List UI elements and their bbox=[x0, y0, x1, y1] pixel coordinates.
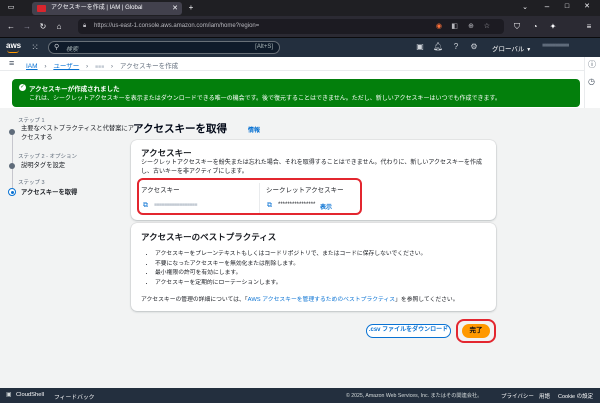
minimize-icon[interactable]: – bbox=[542, 2, 552, 12]
best-practices-link[interactable]: AWS アクセスキーを管理するためのベストプラクティス bbox=[248, 297, 395, 303]
menu-icon[interactable]: ≡ bbox=[584, 22, 594, 32]
aws-favicon-icon bbox=[37, 5, 46, 12]
browser-tab[interactable]: アクセスキーを作成 | IAM | Global ✕ bbox=[32, 2, 182, 15]
new-tab-icon[interactable]: + bbox=[186, 3, 196, 13]
access-key-description: シークレットアクセスキーを紛失または忘れた場合、それを取得することはできません。… bbox=[141, 160, 483, 175]
breadcrumb-users[interactable]: ユーザー bbox=[53, 63, 79, 70]
info-panel-icon[interactable]: ⓘ bbox=[588, 59, 596, 70]
maximize-icon[interactable]: □ bbox=[562, 2, 572, 12]
list-item: 不要になったアクセスキーを無効化または削除します。 bbox=[155, 260, 489, 270]
zoom-icon[interactable]: ⊕ bbox=[468, 19, 474, 34]
main-content: ステップ 1 主要なベストプラクティスと代替案にアクセスする ステップ 2 - … bbox=[0, 108, 600, 388]
search-shortcut: [Alt+S] bbox=[255, 44, 273, 50]
home-icon[interactable]: ⌂ bbox=[54, 22, 64, 32]
step-connector bbox=[12, 134, 13, 189]
reload-icon[interactable]: ↻ bbox=[38, 22, 48, 32]
search-input[interactable]: ⚲ 検索 [Alt+S] bbox=[48, 41, 280, 54]
chevron-right-icon: › bbox=[44, 63, 47, 70]
best-practices-list: アクセスキーをプレーンテキストもしくはコードリポジトリで、またはコードに保存しな… bbox=[149, 250, 489, 288]
url-bar[interactable]: 🔒︎ https://us-east-1.console.aws.amazon.… bbox=[78, 19, 504, 34]
breadcrumb: IAM › ユーザー › ■■■ › アクセスキーを作成 bbox=[26, 60, 178, 70]
shield-icon[interactable]: ⛉ bbox=[512, 22, 522, 32]
step-3-number: ステップ 3 bbox=[18, 180, 45, 186]
footer-prefix: アクセスキーの管理の詳細については、「 bbox=[141, 297, 248, 303]
page-title: アクセスキーを取得 bbox=[133, 123, 227, 135]
best-practices-heading: アクセスキーのベストプラクティス bbox=[141, 232, 277, 242]
step-2-number: ステップ 2 - オプション bbox=[18, 154, 77, 160]
download-csv-button[interactable]: .csv ファイルをダウンロード bbox=[366, 324, 451, 338]
copyright-text: © 2025, Amazon Web Services, Inc. またはその関… bbox=[346, 393, 483, 399]
bookmark-icon[interactable]: ☆ bbox=[484, 19, 490, 34]
step-2-label: 説明タグを設定 bbox=[21, 162, 66, 169]
info-link[interactable]: 情報 bbox=[248, 125, 260, 134]
wizard-steps: ステップ 1 主要なベストプラクティスと代替案にアクセスする ステップ 2 - … bbox=[8, 116, 134, 216]
step-1-number: ステップ 1 bbox=[18, 118, 45, 124]
aws-logo[interactable]: aws bbox=[6, 41, 21, 50]
best-practices-footer: アクセスキーの管理の詳細については、「AWS アクセスキーを管理するためのベスト… bbox=[141, 294, 459, 303]
grid-icon[interactable]: ⁙ bbox=[30, 42, 40, 52]
window-icon[interactable]: ▭ bbox=[6, 3, 16, 13]
lock-icon: 🔒︎ bbox=[83, 23, 87, 29]
aws-top-bar: aws ⁙ ⚲ 検索 [Alt+S] ▣ 🔔︎ ? ⚙ グローバル ▼ ■■■■… bbox=[0, 38, 600, 57]
terms-link[interactable]: 用語 bbox=[539, 392, 550, 400]
extension-icon[interactable]: ◉ bbox=[436, 19, 442, 34]
hamburger-icon[interactable]: ≡ bbox=[9, 58, 14, 68]
region-selector[interactable]: グローバル ▼ bbox=[492, 43, 531, 53]
check-circle-icon: ✓ bbox=[19, 84, 26, 91]
chevron-right-icon: › bbox=[86, 63, 89, 70]
forward-icon[interactable]: → bbox=[22, 22, 32, 32]
access-key-heading: アクセスキー bbox=[141, 148, 192, 158]
window-close-icon[interactable]: ✕ bbox=[582, 2, 592, 12]
console-footer: ▣ CloudShell フィードバック © 2025, Amazon Web … bbox=[0, 388, 600, 403]
breadcrumb-bar: ≡ IAM › ユーザー › ■■■ › アクセスキーを作成 bbox=[0, 57, 600, 71]
close-icon[interactable]: ✕ bbox=[172, 2, 178, 15]
browser-nav-bar: ← → ↻ ⌂ 🔒︎ https://us-east-1.console.aws… bbox=[0, 16, 600, 38]
settings-icon[interactable]: ⚙ bbox=[469, 42, 479, 52]
url-text: https://us-east-1.console.aws.amazon.com… bbox=[94, 23, 260, 29]
translate-icon[interactable]: ◧ bbox=[451, 19, 458, 34]
cloudshell-icon: ▣ bbox=[6, 392, 12, 398]
notifications-icon[interactable]: 🔔︎ bbox=[433, 42, 443, 52]
account-menu[interactable]: ■■■■■■■■■■ bbox=[542, 43, 569, 49]
puzzle-icon[interactable]: ✦ bbox=[548, 22, 558, 32]
footer-suffix: 」を参照してください。 bbox=[395, 297, 459, 303]
list-item: アクセスキーをプレーンテキストもしくはコードリポジトリで、またはコードに保存しな… bbox=[155, 250, 489, 260]
list-item: アクセスキーを定期的にローテーションします。 bbox=[155, 279, 489, 289]
help-icon[interactable]: ? bbox=[451, 42, 461, 52]
best-practices-panel: アクセスキーのベストプラクティス アクセスキーをプレーンテキストもしくはコードリ… bbox=[131, 223, 496, 311]
chevron-down-icon: ▼ bbox=[526, 47, 532, 53]
history-icon[interactable]: ◷ bbox=[588, 77, 595, 86]
highlight-done-button bbox=[456, 319, 496, 343]
step-2-dot bbox=[9, 163, 15, 169]
highlight-key-table bbox=[137, 178, 362, 215]
aws-smile-icon bbox=[7, 50, 19, 53]
back-icon[interactable]: ← bbox=[6, 22, 16, 32]
step-1-label: 主要なベストプラクティスと代替案にアクセスする bbox=[21, 125, 135, 141]
breadcrumb-current: アクセスキーを作成 bbox=[119, 63, 179, 70]
tab-title: アクセスキーを作成 | IAM | Global bbox=[51, 5, 143, 11]
chevron-right-icon: › bbox=[110, 63, 114, 70]
step-3-label: アクセスキーを取得 bbox=[21, 189, 78, 196]
banner-title: アクセスキーが作成されました bbox=[29, 86, 120, 93]
banner-text: これは、シークレットアクセスキーを表示またはダウンロードできる唯一の機会です。後… bbox=[29, 96, 501, 102]
search-icon: ⚲ bbox=[54, 44, 60, 51]
region-label: グローバル bbox=[492, 46, 525, 53]
tab-list-icon[interactable]: ⌄ bbox=[520, 3, 530, 13]
step-1-dot bbox=[9, 129, 15, 135]
list-item: 最小権限の許可を有効にします。 bbox=[155, 269, 489, 279]
account-name: ■■■■■■■■■■ bbox=[542, 43, 569, 49]
privacy-link[interactable]: プライバシー bbox=[501, 392, 534, 400]
breadcrumb-user-name[interactable]: ■■■ bbox=[95, 64, 104, 70]
browser-tab-bar: ▭ アクセスキーを作成 | IAM | Global ✕ + ⌄ – □ ✕ bbox=[0, 0, 600, 16]
step-3-active-inner bbox=[10, 190, 14, 194]
search-placeholder: 検索 bbox=[66, 47, 79, 53]
cloudshell-icon[interactable]: ▣ bbox=[415, 42, 425, 52]
download-csv-label: .csv ファイルをダウンロード bbox=[368, 327, 449, 333]
cloudshell-link[interactable]: CloudShell bbox=[16, 392, 44, 398]
success-banner: ✓ アクセスキーが作成されました これは、シークレットアクセスキーを表示またはダ… bbox=[12, 79, 580, 107]
account-icon[interactable]: ◔ bbox=[530, 22, 540, 32]
breadcrumb-iam[interactable]: IAM bbox=[26, 63, 38, 70]
feedback-link[interactable]: フィードバック bbox=[54, 392, 94, 401]
cookie-settings-link[interactable]: Cookie の設定 bbox=[558, 392, 593, 400]
